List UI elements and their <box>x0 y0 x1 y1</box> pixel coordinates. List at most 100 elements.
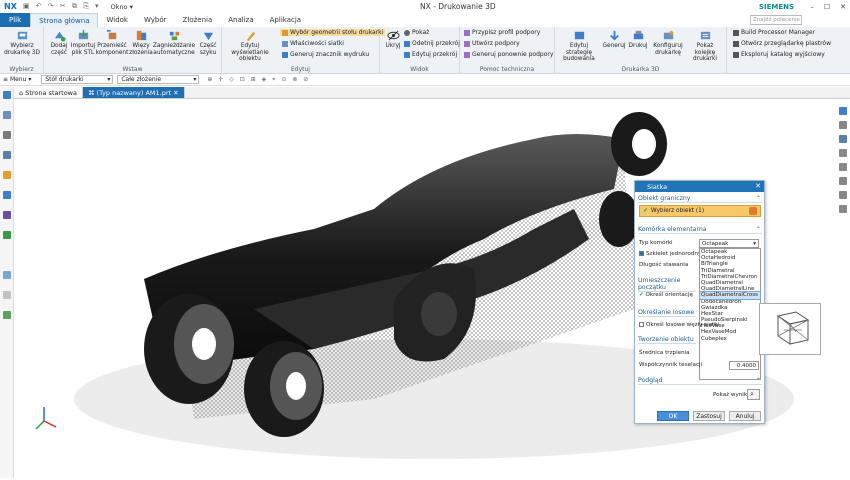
mesh-properties-item[interactable]: Właściwości siatki <box>282 40 344 47</box>
section-object-creation[interactable]: Tworzenie obiektu <box>638 336 696 344</box>
folder-icon <box>733 51 739 58</box>
dialog-title: Siatka <box>647 182 668 191</box>
list-item[interactable]: Cubeplex <box>700 336 760 342</box>
reuse-library-icon[interactable] <box>3 191 11 199</box>
render-icon[interactable] <box>839 135 847 143</box>
item-label: Wybór geometrii stołu drukarki <box>290 29 384 36</box>
clip-section-item[interactable]: Odetnij przekrój <box>404 40 460 47</box>
type-filter-dropdown[interactable]: Stół drukarki ▾ <box>41 75 114 84</box>
view-icon[interactable] <box>839 107 847 115</box>
tessellation-input[interactable]: 0.4000 <box>729 361 759 370</box>
generate-button[interactable]: Generuj <box>603 29 625 50</box>
select-object-field[interactable]: ✔ Wybierz obiekt (1) <box>639 205 761 217</box>
constraint-icon[interactable] <box>3 131 11 139</box>
print-marker-item[interactable]: Generuj znacznik wydruku <box>282 51 369 58</box>
open-slice-viewer-item[interactable]: Otwórz przeglądarkę plastrów <box>733 40 831 47</box>
add-part-button[interactable]: Dodaj część <box>47 29 71 56</box>
apply-button[interactable]: Zastosuj <box>693 411 725 421</box>
orientation-field[interactable]: ✔ Określ orientację <box>639 292 693 298</box>
dialog-header: Siatka ✕ <box>635 181 764 192</box>
regenerate-supports-item[interactable]: Generuj ponownie podpory <box>464 51 553 58</box>
window-menu-label: Okno <box>110 2 128 11</box>
section-preview[interactable]: Podgląd ⌃ <box>638 377 762 385</box>
support-profile-icon <box>464 29 470 36</box>
tab-selection[interactable]: Wybór <box>136 13 175 27</box>
history-icon[interactable] <box>3 211 11 219</box>
quick-access-toolbar[interactable]: ▣ ↶ ↷ ✂ ⧉ ⎘ ▾ <box>23 2 101 11</box>
dialog-close-icon[interactable]: ✕ <box>755 182 761 190</box>
edit-section-item[interactable]: Edytuj przekrój <box>404 51 457 58</box>
tab-view[interactable]: Widok <box>98 13 136 27</box>
assembly-icon[interactable] <box>3 151 11 159</box>
ok-button[interactable]: OK <box>657 411 689 421</box>
import-stl-button[interactable]: Importuj plik STL <box>70 29 96 56</box>
command-search-input[interactable]: Znajdź polecenie <box>750 15 802 25</box>
list-item-selected[interactable]: QuadDiametralCross <box>699 291 761 300</box>
section-boundary-object[interactable]: Obiekt graniczny ⌃ <box>638 195 762 203</box>
menu-button[interactable]: ≡ Menu ▾ <box>3 76 31 83</box>
show-print-queue-button[interactable]: Pokaż kolejkę drukarki <box>687 29 723 63</box>
select-printer-button[interactable]: Wybierz drukarkę 3D <box>2 29 42 56</box>
edit-object-display-button[interactable]: Edytuj wyświetlanie obiektu <box>224 29 276 63</box>
random-checkbox[interactable]: Określ losowe węzły siatki <box>639 322 719 328</box>
btn-label: Generuj <box>602 43 626 49</box>
maximize-icon[interactable]: ☐ <box>824 3 830 11</box>
navigator-icon[interactable] <box>3 91 11 99</box>
tab-start-page[interactable]: ⌂ Strona startowa <box>14 87 83 98</box>
rotate-icon[interactable] <box>839 177 847 185</box>
build-processor-manager-item[interactable]: Build Processor Manager <box>733 29 815 36</box>
printer-table-geometry-item[interactable]: Wybór geometrii stołu drukarki <box>280 29 386 36</box>
show-result-button[interactable]: ⌕ <box>747 389 760 400</box>
part-navigator-icon[interactable] <box>3 111 11 119</box>
tab-analysis[interactable]: Analiza <box>220 13 261 27</box>
window-controls[interactable]: – ☐ ✕ <box>810 3 846 11</box>
create-supports-item[interactable]: Utwórz podpory <box>464 40 520 47</box>
chevron-down-icon: ▾ <box>753 241 756 247</box>
section-unit-cell[interactable]: Komórka elementarna ⌃ <box>638 226 762 234</box>
tab-home[interactable]: Strona główna <box>30 13 99 27</box>
section-random[interactable]: Określanie losowe <box>638 309 696 317</box>
section-origin-placement[interactable]: Umieszczenie początku <box>638 277 696 292</box>
tab-assemblies[interactable]: Złożenia <box>175 13 221 27</box>
auto-nesting-button[interactable]: Zagnieżdżanie automatyczne <box>153 29 195 56</box>
zoom-icon[interactable] <box>839 149 847 157</box>
selection-scope-dropdown[interactable]: Całe złożenie ▾ <box>117 75 200 84</box>
show-item[interactable]: Pokaż <box>404 29 429 36</box>
uniform-checkbox[interactable]: Szkielet jednorodny <box>639 251 701 257</box>
configure-printer-button[interactable]: Konfiguruj drukarkę <box>651 29 685 56</box>
group-label: Edytuj <box>291 66 310 73</box>
section-title: Podgląd <box>638 377 663 384</box>
explore-output-dir-item[interactable]: Eksploruj katalog wyjściowy <box>733 51 825 58</box>
assembly-constraints-button[interactable]: Więzy złożenia <box>129 29 153 56</box>
cell-type-dropdown[interactable]: Octapeak ▾ <box>699 239 759 248</box>
snap-tools[interactable]: ⊕ ✛ ◇ ⊡ ⊞ ◈ ⌖ ⊙ ⊗ ⊘ <box>207 76 310 84</box>
orient-icon[interactable] <box>839 121 847 129</box>
pattern-part-button[interactable]: Część szyku <box>196 29 220 56</box>
layer-icon[interactable] <box>839 205 847 213</box>
tab-file[interactable]: Plik <box>0 13 31 27</box>
generate-icon <box>609 30 619 41</box>
section-title: Umieszczenie początku <box>638 277 681 291</box>
move-component-button[interactable]: Przemieść komponent <box>96 29 128 56</box>
group-select: Wybierz drukarkę 3D Wybierz <box>0 27 44 74</box>
window-menu[interactable]: Okno ▾ <box>111 3 133 11</box>
eye-icon[interactable] <box>839 191 847 199</box>
cancel-button[interactable]: Anuluj <box>729 411 761 421</box>
minimize-icon[interactable]: – <box>810 3 814 11</box>
close-icon[interactable]: ✕ <box>840 3 846 11</box>
hide-button[interactable]: Ukryj <box>383 29 403 50</box>
tab-part-file[interactable]: ⌘ (Typ nazwany) AM1.prt ✕ <box>82 87 185 98</box>
print-button[interactable]: Drukuj <box>627 29 649 50</box>
assign-support-profile-item[interactable]: Przypisz profil podpory <box>464 29 540 36</box>
section-title: Określanie losowe <box>638 309 695 316</box>
clock-icon[interactable] <box>3 271 11 279</box>
tessellation-label: Współczynnik teselacji <box>639 362 703 368</box>
tab-application[interactable]: Aplikacja <box>262 13 309 27</box>
filter-icon[interactable] <box>3 171 11 179</box>
palette-icon[interactable] <box>3 291 11 299</box>
edit-build-strategy-button[interactable]: Edytuj strategię budowania <box>557 29 601 63</box>
roles-icon[interactable] <box>3 311 11 319</box>
pan-icon[interactable] <box>839 163 847 171</box>
web-browser-icon[interactable] <box>3 231 11 239</box>
checkbox-checked-icon <box>639 251 644 256</box>
